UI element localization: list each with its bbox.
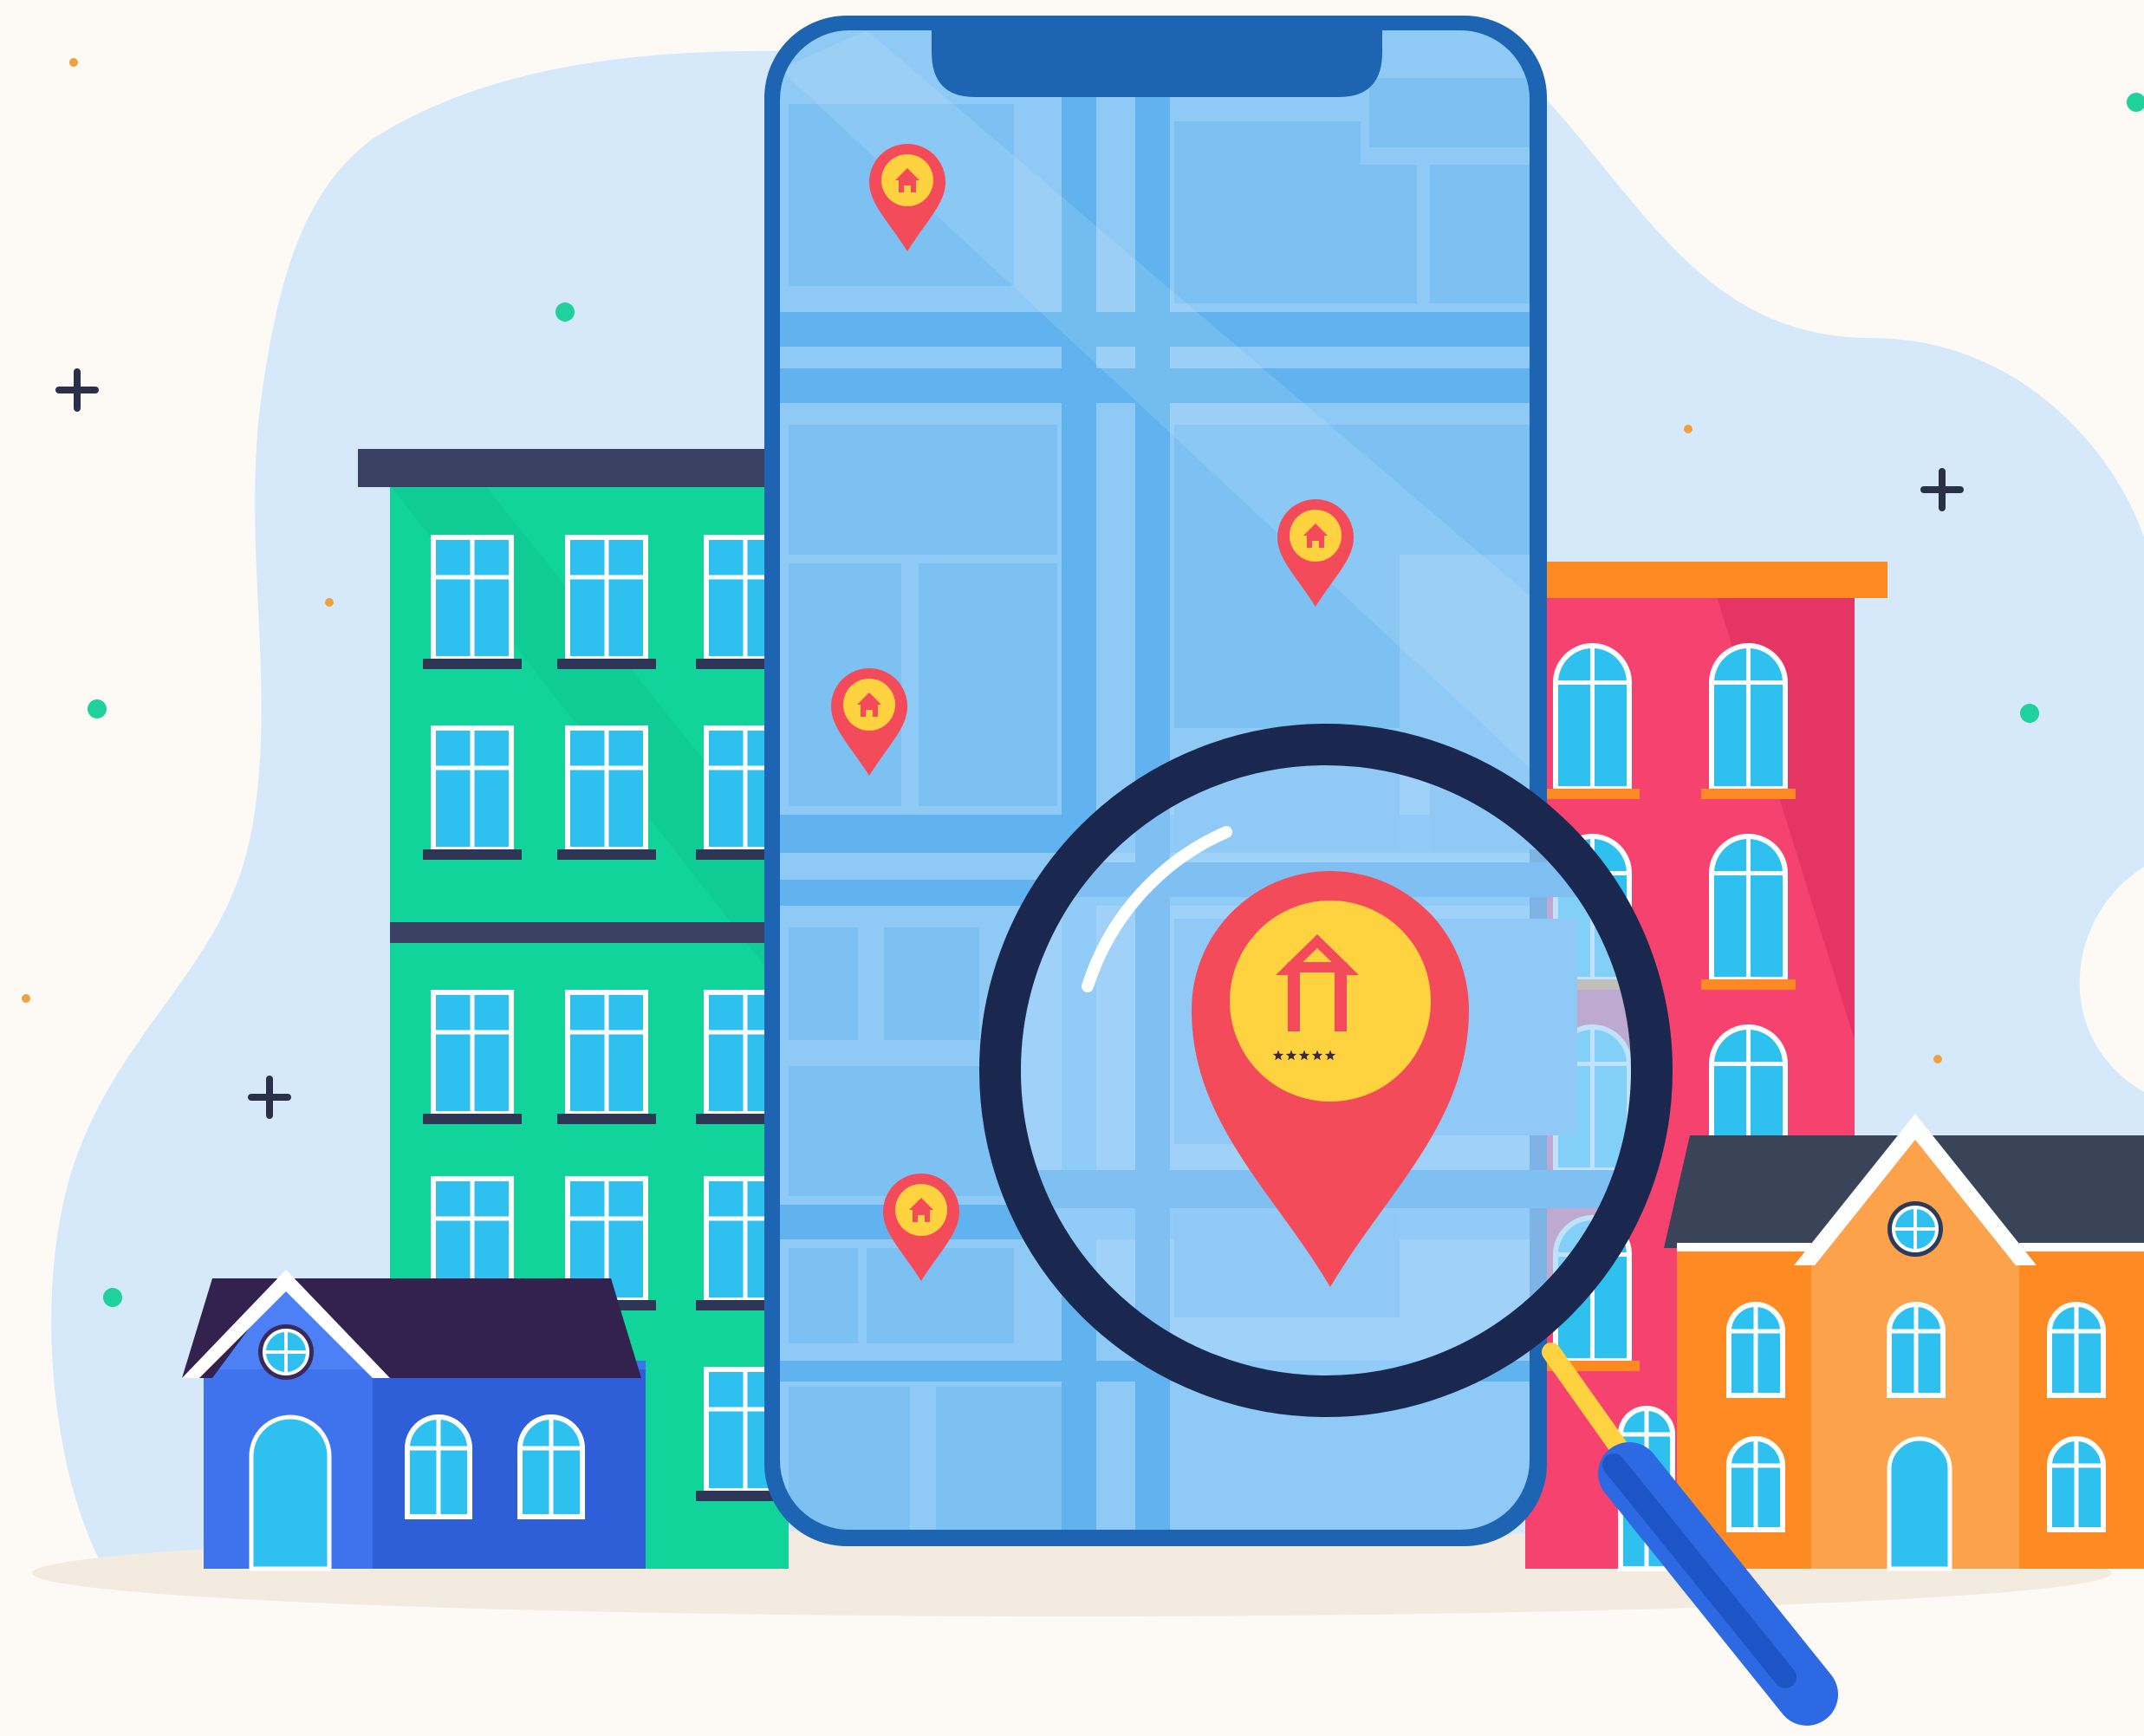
phone-notch (932, 30, 1382, 97)
orange-house-door (1887, 1436, 1952, 1571)
arched-window (2047, 1302, 2106, 1398)
green-building-roof (358, 449, 789, 487)
arched-window (517, 1414, 585, 1519)
real-estate-map-illustration (0, 0, 2144, 1736)
arched-window (405, 1414, 472, 1519)
arched-window (1726, 1436, 1785, 1532)
arched-window (1545, 643, 1640, 799)
green-building-floor-band (390, 922, 789, 943)
arched-window (1887, 1302, 1946, 1398)
arched-window (1726, 1302, 1785, 1398)
blue-house (182, 1270, 646, 1571)
orange-house (1664, 1114, 2144, 1571)
window (423, 725, 522, 860)
arched-window (1701, 643, 1796, 799)
blue-house-door (249, 1414, 332, 1571)
arched-window (1701, 834, 1796, 990)
arched-window (2047, 1436, 2106, 1532)
window (423, 990, 522, 1124)
window (557, 725, 656, 860)
pink-building-roof (1508, 562, 1887, 598)
window (557, 535, 656, 669)
window (557, 990, 656, 1124)
window (423, 535, 522, 669)
